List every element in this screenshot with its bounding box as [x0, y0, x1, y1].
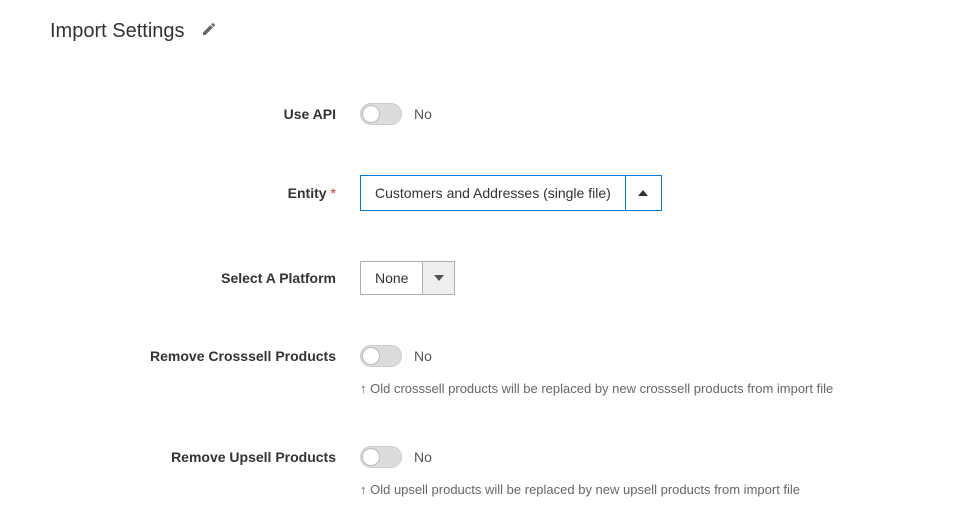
entity-label: Entity* [50, 185, 360, 201]
entity-select-arrow[interactable] [625, 176, 661, 210]
platform-value: None [361, 262, 422, 294]
remove-crosssell-toggle[interactable] [360, 345, 402, 367]
use-api-row: Use API No [50, 103, 906, 125]
remove-crosssell-value: No [414, 348, 432, 364]
remove-upsell-row: Remove Upsell Products No [50, 446, 906, 468]
remove-upsell-toggle[interactable] [360, 446, 402, 468]
entity-value: Customers and Addresses (single file) [361, 176, 625, 210]
remove-upsell-label: Remove Upsell Products [50, 449, 360, 465]
platform-select[interactable]: None [360, 261, 455, 295]
required-star: * [331, 185, 336, 201]
edit-icon[interactable] [201, 21, 217, 42]
remove-crosssell-row: Remove Crosssell Products No [50, 345, 906, 367]
remove-upsell-value: No [414, 449, 432, 465]
use-api-value: No [414, 106, 432, 122]
platform-row: Select A Platform None [50, 261, 906, 295]
remove-crosssell-label: Remove Crosssell Products [50, 348, 360, 364]
platform-select-arrow[interactable] [422, 262, 454, 294]
entity-row: Entity* Customers and Addresses (single … [50, 175, 906, 211]
use-api-label: Use API [50, 106, 360, 122]
chevron-up-icon [638, 190, 648, 196]
chevron-down-icon [434, 275, 444, 281]
section-header: Import Settings [50, 20, 906, 43]
remove-crosssell-help: ↑ Old crosssell products will be replace… [360, 381, 906, 396]
use-api-toggle[interactable] [360, 103, 402, 125]
toggle-knob [362, 448, 380, 466]
remove-upsell-help: ↑ Old upsell products will be replaced b… [360, 482, 906, 497]
toggle-knob [362, 105, 380, 123]
toggle-knob [362, 347, 380, 365]
section-title: Import Settings [50, 20, 185, 43]
entity-select[interactable]: Customers and Addresses (single file) [360, 175, 662, 211]
platform-label: Select A Platform [50, 270, 360, 286]
